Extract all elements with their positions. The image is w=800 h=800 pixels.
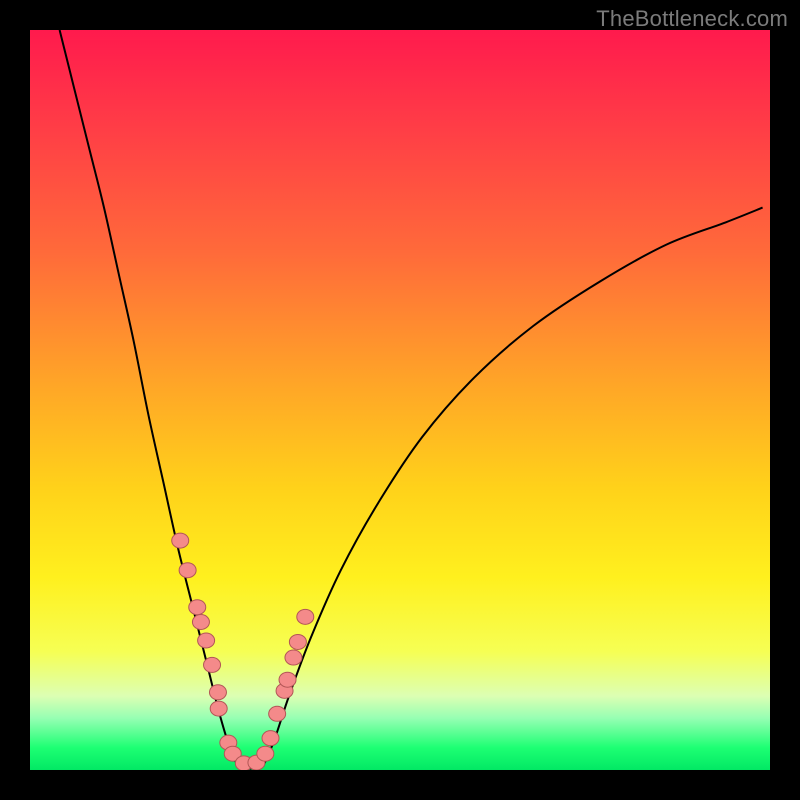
data-marker	[297, 609, 314, 624]
data-marker	[179, 563, 196, 578]
right-curve	[263, 208, 762, 767]
data-marker	[189, 600, 206, 615]
data-marker	[198, 633, 215, 648]
chart-frame: TheBottleneck.com	[0, 0, 800, 800]
watermark-text: TheBottleneck.com	[596, 6, 788, 32]
data-marker	[289, 634, 306, 649]
data-marker	[257, 746, 274, 761]
data-marker	[204, 657, 221, 672]
data-marker	[192, 615, 209, 630]
data-marker	[262, 731, 279, 746]
data-marker	[210, 701, 227, 716]
chart-svg	[30, 30, 770, 770]
marker-group	[172, 533, 314, 770]
data-marker	[279, 672, 296, 687]
data-marker	[172, 533, 189, 548]
data-marker	[209, 685, 226, 700]
data-marker	[285, 650, 302, 665]
data-marker	[269, 706, 286, 721]
plot-area	[30, 30, 770, 770]
